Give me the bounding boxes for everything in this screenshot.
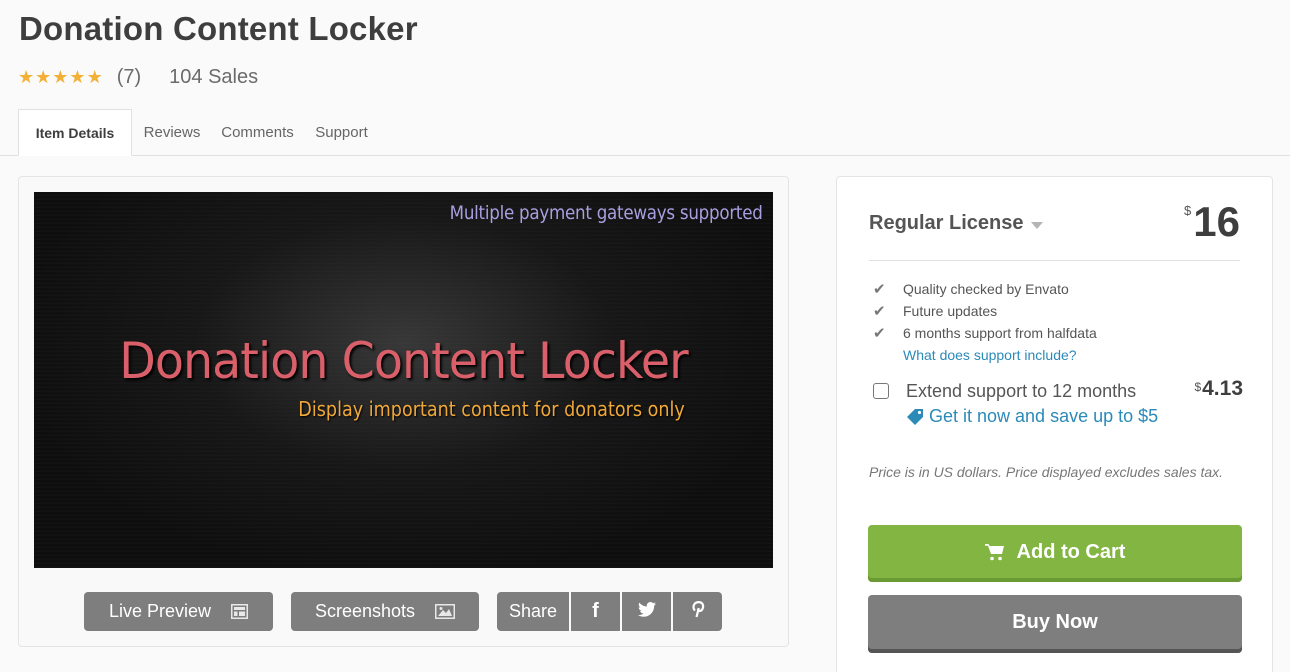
checkmark-icon: ✔ [873,303,886,320]
save-offer-link[interactable]: Get it now and save up to $5 [906,406,1243,427]
item-tabs: Item Details Reviews Comments Support [0,109,1290,156]
live-preview-button[interactable]: Live Preview [84,592,273,631]
layout-icon [231,604,249,619]
add-to-cart-button[interactable]: Add to Cart [868,525,1242,582]
cart-icon [984,543,1005,561]
star-icon: ★ [69,67,86,87]
tab-reviews[interactable]: Reviews [132,109,212,156]
page-title: Donation Content Locker [19,10,418,47]
rating-stars[interactable]: ★ ★ ★ ★ ★ [18,68,103,86]
checkmark-icon: ✔ [873,325,886,342]
rating-row: ★ ★ ★ ★ ★ (7) 104 Sales [18,64,258,90]
tag-icon [906,408,924,426]
tab-item-details[interactable]: Item Details [18,109,132,156]
feature-list: ✔ Quality checked by Envato ✔ Future upd… [873,278,1097,366]
facebook-icon: f [592,600,599,622]
price-amount: 16 [1193,198,1240,245]
star-icon: ★ [18,67,35,87]
checkmark-icon: ✔ [873,281,886,298]
buy-now-button[interactable]: Buy Now [868,595,1242,653]
share-buttons: Share f [497,592,722,631]
feature-item: ✔ Quality checked by Envato [873,278,1097,300]
twitter-share-button[interactable] [620,592,671,631]
feature-text: 6 months support from halfdata [903,325,1097,341]
extend-support-option: Extend support to 12 months $ 4.13 Get i… [873,377,1243,427]
share-label: Share [497,592,569,631]
caret-down-icon [1030,221,1043,229]
feature-text: Quality checked by Envato [903,281,1069,297]
image-icon [435,604,456,619]
item-preview-card: Multiple payment gateways supported Dona… [18,176,789,647]
save-offer-text: Get it now and save up to $5 [929,406,1159,426]
pinterest-share-button[interactable] [671,592,722,631]
currency-symbol: $ [1184,203,1192,218]
facebook-share-button[interactable]: f [569,592,620,631]
feature-item: ✔ Future updates [873,300,1097,322]
extend-support-price: $ 4.13 [1194,377,1243,401]
screenshots-label: Screenshots [314,601,416,621]
currency-symbol: $ [1194,380,1202,394]
license-selector[interactable]: Regular License [869,212,1043,235]
sales-count: 104 Sales [169,65,259,88]
feature-item: ✔ 6 months support from halfdata [873,322,1097,344]
banner-tagline: Multiple payment gateways supported [450,202,763,224]
twitter-icon [637,601,656,622]
pinterest-icon [691,600,705,623]
purchase-panel: Regular License $ 16 ✔ Quality checked b… [836,176,1273,672]
extend-price-amount: 4.13 [1202,377,1243,400]
feature-text: Future updates [903,303,998,319]
tab-support[interactable]: Support [303,109,380,156]
tax-note: Price is in US dollars. Price displayed … [869,464,1224,480]
screenshots-button[interactable]: Screenshots [291,592,479,631]
support-info-link[interactable]: What does support include? [903,344,1097,366]
star-icon: ★ [35,67,52,87]
tab-comments[interactable]: Comments [212,109,303,156]
rating-count[interactable]: (7) [117,66,141,89]
star-icon: ★ [52,67,69,87]
price: $ 16 [1184,197,1240,247]
star-icon: ★ [86,67,103,87]
divider [869,260,1240,261]
live-preview-label: Live Preview [108,601,212,621]
license-label: Regular License [869,212,1024,234]
banner-subtitle: Display important content for donators o… [298,397,685,421]
extend-support-checkbox[interactable] [873,383,889,399]
banner-title: Donation Content Locker [119,332,688,390]
add-to-cart-label: Add to Cart [1016,540,1126,563]
extend-support-label[interactable]: Extend support to 12 months [906,381,1136,402]
preview-banner-image: Multiple payment gateways supported Dona… [34,192,773,568]
